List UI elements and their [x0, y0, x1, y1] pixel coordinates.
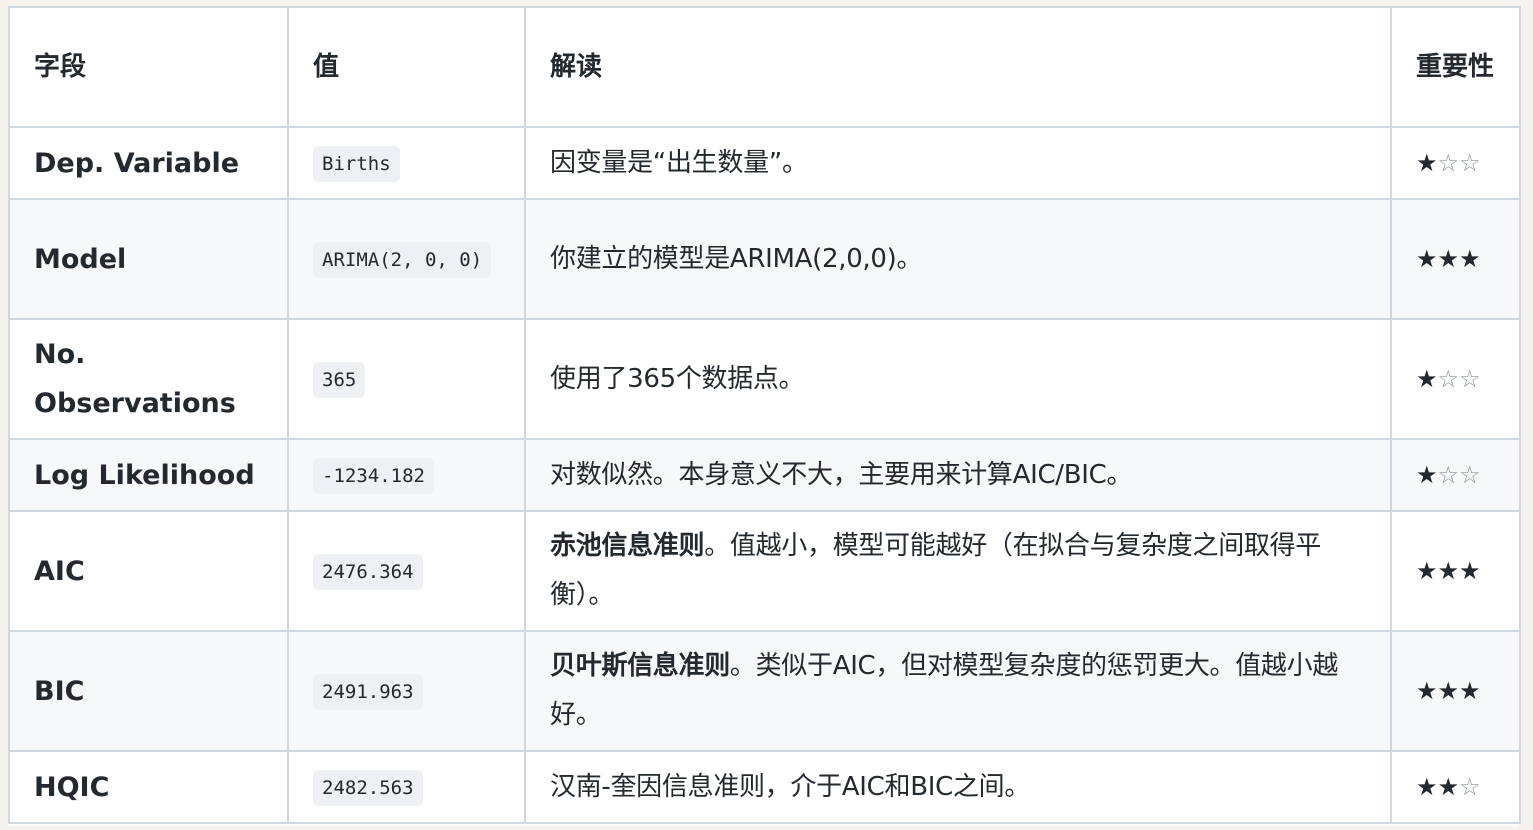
value-code: 2482.563 [313, 769, 423, 806]
importance-stars: ★★☆ [1390, 750, 1521, 824]
value-code: Births [313, 145, 400, 182]
table-row: AIC 2476.364 赤池信息准则。值越小，模型可能越好（在拟合与复杂度之间… [8, 510, 1521, 632]
table-header-row: 字段 值 解读 重要性 [8, 6, 1521, 128]
stars-empty: ☆☆ [1437, 148, 1481, 177]
table-row: HQIC 2482.563 汉南-奎因信息准则，介于AIC和BIC之间。 ★★☆ [8, 750, 1521, 824]
importance-stars: ★★★ [1390, 630, 1521, 752]
stars-filled: ★★ [1416, 772, 1460, 801]
field-value: 2482.563 [287, 750, 526, 824]
header-field: 字段 [8, 6, 289, 128]
stars-filled: ★★★ [1416, 244, 1481, 273]
field-value: 2491.963 [287, 630, 526, 752]
field-name: No. Observations [8, 318, 289, 440]
table-row: No. Observations 365 使用了365个数据点。 ★☆☆ [8, 318, 1521, 440]
table-row: BIC 2491.963 贝叶斯信息准则。类似于AIC，但对模型复杂度的惩罚更大… [8, 630, 1521, 752]
field-name: Model [8, 198, 289, 320]
stars-empty: ☆☆ [1437, 460, 1481, 489]
field-interpretation: 因变量是“出生数量”。 [524, 126, 1392, 200]
stars-filled: ★★★ [1416, 676, 1481, 705]
value-code: 2491.963 [313, 673, 423, 710]
stars-filled: ★ [1416, 148, 1438, 177]
field-interpretation: 赤池信息准则。值越小，模型可能越好（在拟合与复杂度之间取得平衡）。 [524, 510, 1392, 632]
arima-summary-table: 字段 值 解读 重要性 Dep. Variable Births 因变量是“出生… [8, 6, 1521, 824]
value-code: 365 [313, 361, 366, 398]
field-value: ARIMA(2, 0, 0) [287, 198, 526, 320]
stars-filled: ★ [1416, 364, 1438, 393]
field-value: Births [287, 126, 526, 200]
field-value: 365 [287, 318, 526, 440]
importance-stars: ★☆☆ [1390, 318, 1521, 440]
interpretation-text: 使用了365个数据点。 [550, 363, 805, 394]
stars-empty: ☆ [1459, 772, 1481, 801]
field-interpretation: 使用了365个数据点。 [524, 318, 1392, 440]
interpretation-term: 赤池信息准则 [550, 531, 705, 561]
field-interpretation: 对数似然。本身意义不大，主要用来计算AIC/BIC。 [524, 438, 1392, 512]
field-name: AIC [8, 510, 289, 632]
field-name: Log Likelihood [8, 438, 289, 512]
header-importance: 重要性 [1390, 6, 1521, 128]
stars-empty: ☆☆ [1437, 364, 1481, 393]
value-code: 2476.364 [313, 553, 423, 590]
summary-table-container: 字段 值 解读 重要性 Dep. Variable Births 因变量是“出生… [8, 6, 1521, 826]
field-interpretation: 汉南-奎因信息准则，介于AIC和BIC之间。 [524, 750, 1392, 824]
header-interpretation: 解读 [524, 6, 1392, 128]
field-name: HQIC [8, 750, 289, 824]
field-name: BIC [8, 630, 289, 752]
interpretation-text: 对数似然。本身意义不大，主要用来计算AIC/BIC。 [550, 459, 1133, 490]
table-row: Model ARIMA(2, 0, 0) 你建立的模型是ARIMA(2,0,0)… [8, 198, 1521, 320]
value-code: ARIMA(2, 0, 0) [313, 241, 492, 278]
importance-stars: ★☆☆ [1390, 438, 1521, 512]
field-name: Dep. Variable [8, 126, 289, 200]
importance-stars: ★☆☆ [1390, 126, 1521, 200]
interpretation-text: 你建立的模型是ARIMA(2,0,0)。 [550, 243, 923, 274]
stars-filled: ★ [1416, 460, 1438, 489]
interpretation-text: 因变量是“出生数量”。 [550, 147, 808, 178]
field-interpretation: 贝叶斯信息准则。类似于AIC，但对模型复杂度的惩罚更大。值越小越好。 [524, 630, 1392, 752]
stars-filled: ★★★ [1416, 556, 1481, 585]
field-interpretation: 你建立的模型是ARIMA(2,0,0)。 [524, 198, 1392, 320]
table-row: Log Likelihood -1234.182 对数似然。本身意义不大，主要用… [8, 438, 1521, 512]
field-value: -1234.182 [287, 438, 526, 512]
value-code: -1234.182 [313, 457, 434, 494]
interpretation-text: 汉南-奎因信息准则，介于AIC和BIC之间。 [550, 771, 1031, 802]
header-value: 值 [287, 6, 526, 128]
interpretation-term: 贝叶斯信息准则 [550, 651, 730, 681]
table-row: Dep. Variable Births 因变量是“出生数量”。 ★☆☆ [8, 126, 1521, 200]
importance-stars: ★★★ [1390, 198, 1521, 320]
field-value: 2476.364 [287, 510, 526, 632]
importance-stars: ★★★ [1390, 510, 1521, 632]
